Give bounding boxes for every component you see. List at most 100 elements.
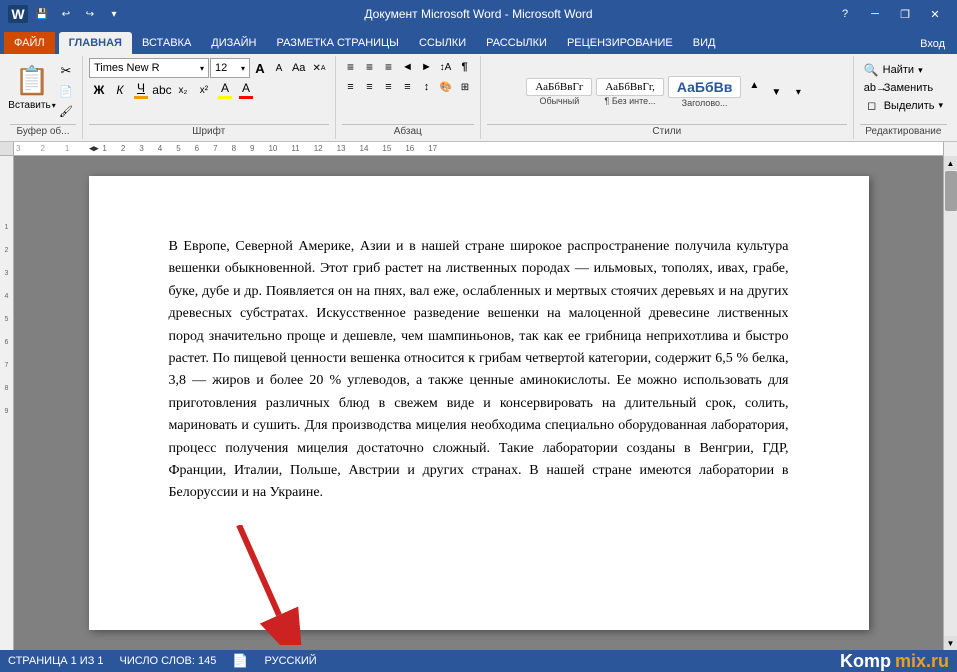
multilevel-btn[interactable]: ≡ — [380, 58, 398, 76]
align-right-btn[interactable]: ≡ — [380, 78, 398, 96]
shading-btn[interactable]: 🎨 — [437, 78, 455, 96]
font-group-content: Times New R ▾ 12 ▾ A A Aa ✕A Ж К — [89, 58, 329, 122]
show-marks-btn[interactable]: ¶ — [456, 58, 474, 76]
scroll-track[interactable] — [944, 170, 957, 636]
bullets-btn[interactable]: ≡ — [342, 58, 360, 76]
style-heading1-preview[interactable]: АаБбВв — [668, 76, 742, 98]
close-btn[interactable]: ✕ — [921, 4, 949, 24]
customize-qa-btn[interactable]: ▾ — [104, 5, 124, 23]
font-color-btn[interactable]: А — [236, 80, 256, 100]
title-bar-left: W 💾 ↩ ↪ ▾ — [8, 5, 124, 23]
increase-indent-btn[interactable]: ► — [418, 58, 436, 76]
clipboard-group: 📋 Вставить▾ ✂ 📄 🖌 Буфер об... — [4, 56, 83, 139]
paragraph-group: ≡ ≡ ≡ ◄ ► ↕A ¶ ≡ ≡ ≡ ≡ ↕ 🎨 ⊞ — [336, 56, 481, 139]
font-label: Шрифт — [89, 124, 329, 137]
paragraph-group-content: ≡ ≡ ≡ ◄ ► ↕A ¶ ≡ ≡ ≡ ≡ ↕ 🎨 ⊞ — [342, 58, 474, 122]
tab-file[interactable]: ФАЙЛ — [4, 32, 55, 54]
scroll-down-btn[interactable]: ▼ — [944, 636, 957, 650]
align-center-btn[interactable]: ≡ — [361, 78, 379, 96]
font-size-select[interactable]: 12 ▾ — [210, 58, 250, 78]
redo-qa-btn[interactable]: ↪ — [80, 5, 100, 23]
vertical-scrollbar[interactable]: ▲ ▼ — [943, 156, 957, 650]
strikethrough-btn[interactable]: abc — [152, 80, 172, 100]
minimize-btn[interactable]: ─ — [861, 4, 889, 24]
subscript-btn[interactable]: х₂ — [173, 80, 193, 100]
red-arrow-annotation — [219, 525, 319, 645]
title-bar: W 💾 ↩ ↪ ▾ Документ Microsoft Word - Micr… — [0, 0, 957, 28]
ruler-scrollbar-corner — [943, 142, 957, 156]
font-grow-btn[interactable]: A — [251, 59, 269, 77]
style-heading1[interactable]: АаБбВв Заголово... — [668, 76, 742, 108]
ruler-corner — [0, 142, 14, 156]
justify-btn[interactable]: ≡ — [399, 78, 417, 96]
tab-insert[interactable]: ВСТАВКА — [132, 32, 201, 54]
restore-btn[interactable]: ❐ — [891, 4, 919, 24]
language-text: РУССКИЙ — [265, 655, 317, 667]
undo-qa-btn[interactable]: ↩ — [56, 5, 76, 23]
watermark-prefix: Komp — [840, 651, 891, 672]
save-qa-btn[interactable]: 💾 — [32, 5, 52, 23]
underline-color-indicator — [134, 96, 148, 99]
font-shrink-btn[interactable]: A — [270, 59, 288, 77]
style-no-spacing[interactable]: АаБбВвГг, ¶ Без инте... — [596, 78, 664, 106]
clear-format-btn[interactable]: ✕A — [309, 59, 328, 77]
tab-view[interactable]: ВИД — [683, 32, 726, 54]
paragraph-label: Абзац — [342, 124, 474, 137]
text-highlight-btn[interactable]: А — [215, 80, 235, 100]
line-spacing-btn[interactable]: ↕ — [418, 78, 436, 96]
vertical-ruler: 1 2 3 4 5 6 7 8 9 — [0, 156, 14, 650]
sort-btn[interactable]: ↕A — [437, 58, 455, 76]
superscript-btn[interactable]: х² — [194, 80, 214, 100]
scroll-up-btn[interactable]: ▲ — [944, 156, 957, 170]
tab-references[interactable]: ССЫЛКИ — [409, 32, 476, 54]
proofing-icon-text: 📄 — [232, 653, 248, 669]
clipboard-label: Буфер об... — [10, 124, 76, 137]
ribbon-content: 📋 Вставить▾ ✂ 📄 🖌 Буфер об... — [0, 54, 957, 142]
styles-group-content: АаБбВвГг Обычный АаБбВвГг, ¶ Без инте...… — [526, 58, 807, 122]
style-normal-preview[interactable]: АаБбВвГг — [526, 78, 592, 96]
font-group: Times New R ▾ 12 ▾ A A Aa ✕A Ж К — [83, 56, 336, 139]
style-normal[interactable]: АаБбВвГг Обычный — [526, 78, 592, 106]
tab-design[interactable]: ДИЗАЙН — [201, 32, 266, 54]
tab-mailings[interactable]: РАССЫЛКИ — [476, 32, 557, 54]
paste-button[interactable]: 📋 Вставить▾ — [10, 58, 54, 113]
signin-link[interactable]: Вход — [912, 34, 953, 54]
styles-expand-btn[interactable]: ▾ — [789, 83, 807, 101]
style-no-spacing-preview[interactable]: АаБбВвГг, — [596, 78, 664, 96]
language-info: РУССКИЙ — [265, 655, 317, 667]
watermark-suffix: mix.ru — [895, 651, 949, 672]
numbering-btn[interactable]: ≡ — [361, 58, 379, 76]
tab-layout[interactable]: РАЗМЕТКА СТРАНИЦЫ — [266, 32, 408, 54]
tab-review[interactable]: РЕЦЕНЗИРОВАНИЕ — [557, 32, 683, 54]
status-bar: СТРАНИЦА 1 ИЗ 1 ЧИСЛО СЛОВ: 145 📄 РУССКИ… — [0, 650, 957, 672]
scroll-thumb[interactable] — [945, 171, 957, 211]
styles-label: Стили — [487, 124, 847, 137]
help-btn[interactable]: ? — [831, 4, 859, 24]
copy-button[interactable]: 📄 — [56, 82, 76, 100]
styles-scroll-down-btn[interactable]: ▼ — [767, 83, 785, 101]
find-btn[interactable]: 🔍 Найти ▾ — [860, 62, 927, 78]
clipboard-group-content: 📋 Вставить▾ ✂ 📄 🖌 — [10, 58, 76, 122]
select-btn[interactable]: ◻ Выделить ▾ — [860, 98, 947, 113]
document-text[interactable]: В Европе, Северной Америке, Азии и в наш… — [169, 236, 789, 505]
ruler-container: 3 2 1 ◂▸ 1 2 3 4 5 6 7 8 9 10 11 12 13 1… — [0, 142, 957, 156]
tab-home[interactable]: ГЛАВНАЯ — [59, 32, 132, 54]
font-name-select[interactable]: Times New R ▾ — [89, 58, 209, 78]
paste-label: Вставить▾ — [8, 100, 55, 111]
styles-scroll-up-btn[interactable]: ▲ — [745, 76, 763, 94]
decrease-indent-btn[interactable]: ◄ — [399, 58, 417, 76]
document-wrap: 1 2 3 4 5 6 7 8 9 В Европе, Северной Аме… — [0, 156, 957, 650]
editing-group-content: 🔍 Найти ▾ ab→ Заменить ◻ Выделить ▾ — [860, 58, 947, 122]
word-icon: W — [8, 5, 28, 23]
underline-btn[interactable]: Ч — [131, 80, 151, 100]
format-painter-button[interactable]: 🖌 — [56, 102, 76, 120]
document-page: В Европе, Северной Америке, Азии и в наш… — [89, 176, 869, 630]
replace-btn[interactable]: ab→ Заменить — [860, 81, 937, 95]
italic-btn[interactable]: К — [110, 80, 130, 100]
align-left-btn[interactable]: ≡ — [342, 78, 360, 96]
page-area[interactable]: В Европе, Северной Америке, Азии и в наш… — [14, 156, 943, 650]
bold-btn[interactable]: Ж — [89, 80, 109, 100]
cut-button[interactable]: ✂ — [56, 62, 76, 80]
borders-btn[interactable]: ⊞ — [456, 78, 474, 96]
font-case-btn[interactable]: Aa — [289, 59, 308, 77]
